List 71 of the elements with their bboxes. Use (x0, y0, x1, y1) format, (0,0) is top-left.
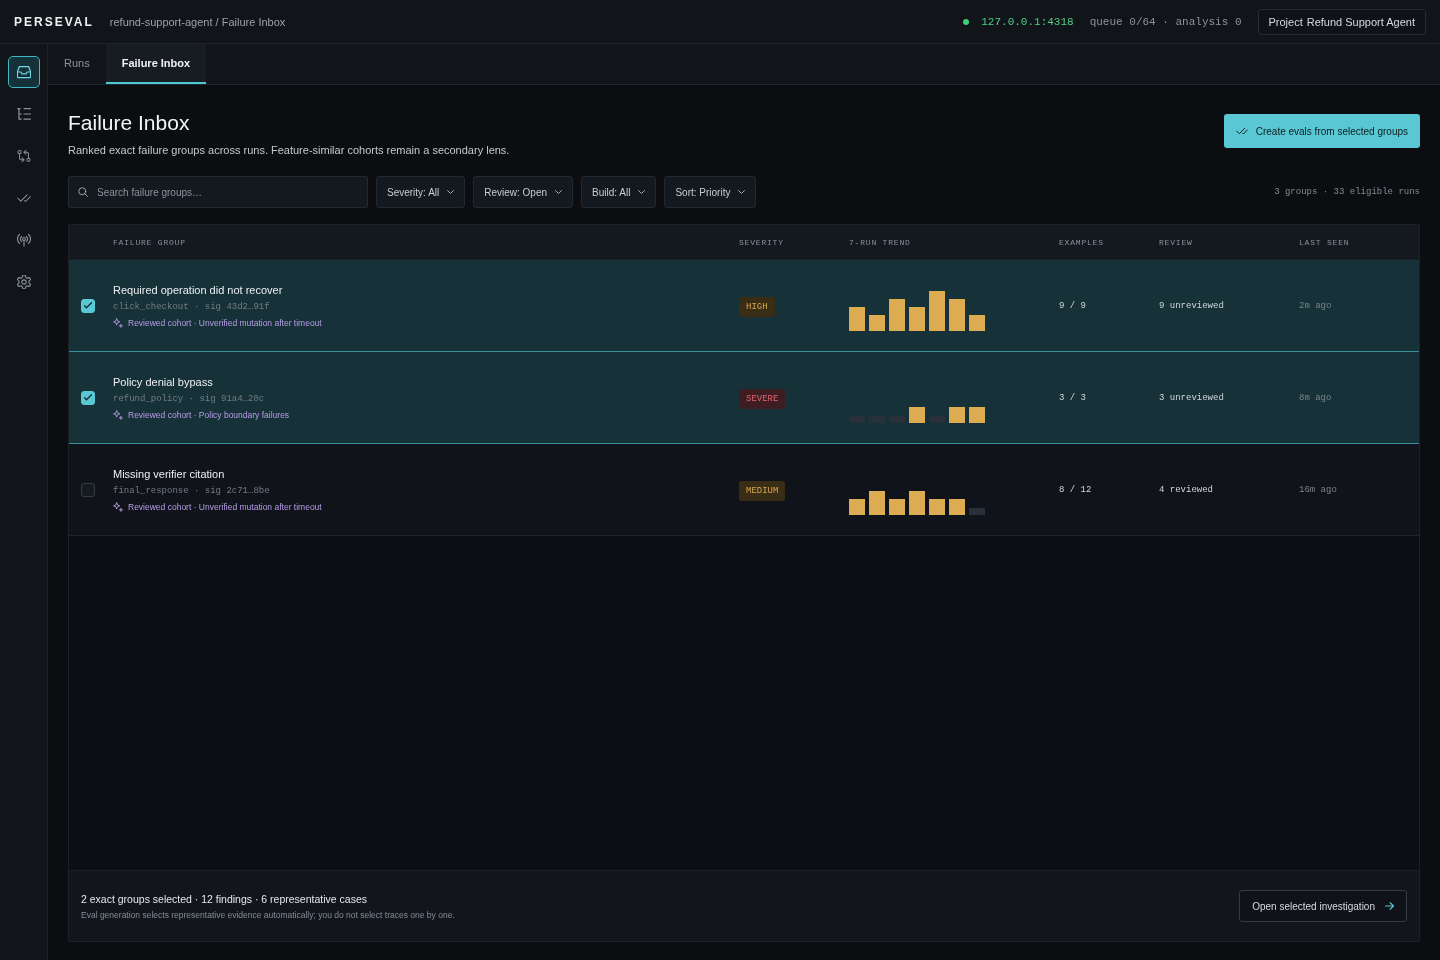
sparkles-icon (113, 410, 123, 420)
column-header: REVIEW (1159, 237, 1194, 247)
column-header: SEVERITY (739, 237, 785, 247)
last-seen-time: 16m ago (1299, 484, 1338, 495)
create-evals-button[interactable]: Create evals from selected groups (1223, 114, 1420, 148)
breadcrumb: refund-support-agent / Failure Inbox (109, 15, 286, 28)
search-field[interactable]: Search failure groups… (68, 176, 368, 208)
footer-note: Eval generation selects representative evidence automatically; you do not select traces one by one. (81, 909, 455, 920)
broadcast-icon (16, 233, 31, 247)
row-checkbox[interactable] (81, 298, 95, 313)
review-status: 4 reviewed (1159, 484, 1214, 495)
queue-status: queue 0/64 · analysis 0 (1089, 15, 1242, 28)
group-signature: final_response · sig 2c71…8be (113, 484, 270, 497)
row-checkbox[interactable] (81, 482, 95, 497)
filter-dropdown[interactable]: Sort: Priority (664, 176, 757, 208)
column-header: 7-RUN TREND (849, 237, 912, 247)
list-tree-icon (16, 107, 31, 121)
group-signature: click_checkout · sig 43d2…91f (113, 300, 270, 313)
check-icon (84, 302, 92, 309)
results-summary: 3 groups · 33 eligible runs (1274, 187, 1420, 197)
severity-tag: MEDIUM (739, 480, 786, 501)
severity-tag: HIGH (739, 296, 775, 317)
table-row[interactable]: Required operation did not recover click_checkout · sig 43d2…91f Reviewed cohort · Unverified mutation after timeout HIGH 9 / 9 9 unreviewed 2m ago (69, 259, 1419, 351)
review-status: 9 unreviewed (1159, 300, 1225, 311)
double-check-icon (16, 191, 31, 205)
page-subtitle: Ranked exact failure groups across runs. Feature-similar cohorts remain a secondary lens. (68, 144, 510, 156)
double-check-icon (1235, 127, 1248, 135)
compare-arrows-icon (16, 149, 31, 163)
column-header: FAILURE GROUP (113, 237, 187, 247)
examples-count: 8 / 12 (1059, 484, 1093, 495)
filter-dropdown[interactable]: Review: Open (473, 176, 574, 208)
cohort-link[interactable]: Reviewed cohort · Policy boundary failures (128, 409, 290, 421)
settings-icon (16, 275, 31, 289)
page-title: Failure Inbox (68, 111, 191, 135)
column-header: LAST SEEN (1299, 237, 1351, 247)
row-checkbox[interactable] (81, 390, 95, 405)
chevron-down-icon (555, 190, 563, 194)
inbox-icon (16, 65, 31, 79)
group-title: Required operation did not recover (113, 282, 283, 297)
severity-tag: SEVERE (739, 388, 786, 409)
filter-dropdown[interactable]: Severity: All (376, 176, 466, 208)
tab[interactable]: Runs (48, 44, 106, 84)
nav-button[interactable] (7, 56, 40, 88)
check-icon (84, 394, 92, 401)
group-title: Missing verifier citation (113, 466, 225, 481)
table-row[interactable]: Missing verifier citation final_response · sig 2c71…8be Reviewed cohort · Unverified mutation after timeout MEDIUM 8 / 12 4 reviewed 16m ago (69, 443, 1419, 536)
table-row[interactable]: Policy denial bypass refund_policy · sig 91a4…20c Reviewed cohort · Policy boundary failures SEVERE 3 / 3 3 unreviewed 8m ago (69, 351, 1419, 443)
open-investigation-button[interactable]: Open selected investigation (1239, 890, 1407, 922)
cohort-link[interactable]: Reviewed cohort · Unverified mutation after timeout (128, 317, 322, 329)
selection-summary: 2 exact groups selected · 12 findings · 6 representative cases (81, 892, 368, 905)
last-seen-time: 8m ago (1299, 392, 1333, 403)
review-status: 3 unreviewed (1159, 392, 1225, 403)
project-button[interactable]: Project Refund Support Agent (1257, 8, 1426, 35)
examples-count: 3 / 3 (1059, 392, 1087, 403)
tab[interactable]: Failure Inbox (105, 44, 207, 84)
filter-dropdown[interactable]: Build: All (581, 176, 657, 208)
group-title: Policy denial bypass (113, 374, 213, 389)
last-seen-time: 2m ago (1299, 300, 1333, 311)
server-address: 127.0.0.1:4318 (981, 15, 1074, 28)
arrow-right-icon (1385, 902, 1394, 910)
brand-name: PERSEVAL (14, 14, 94, 29)
column-header: EXAMPLES (1059, 237, 1105, 247)
chevron-down-icon (638, 190, 646, 194)
sparkles-icon (113, 318, 123, 328)
sparkles-icon (113, 502, 123, 512)
group-signature: refund_policy · sig 91a4…20c (113, 392, 265, 405)
chevron-down-icon (738, 190, 746, 194)
chevron-down-icon (447, 190, 455, 194)
examples-count: 9 / 9 (1059, 300, 1087, 311)
search-icon (78, 187, 88, 197)
cohort-link[interactable]: Reviewed cohort · Unverified mutation after timeout (128, 501, 322, 513)
